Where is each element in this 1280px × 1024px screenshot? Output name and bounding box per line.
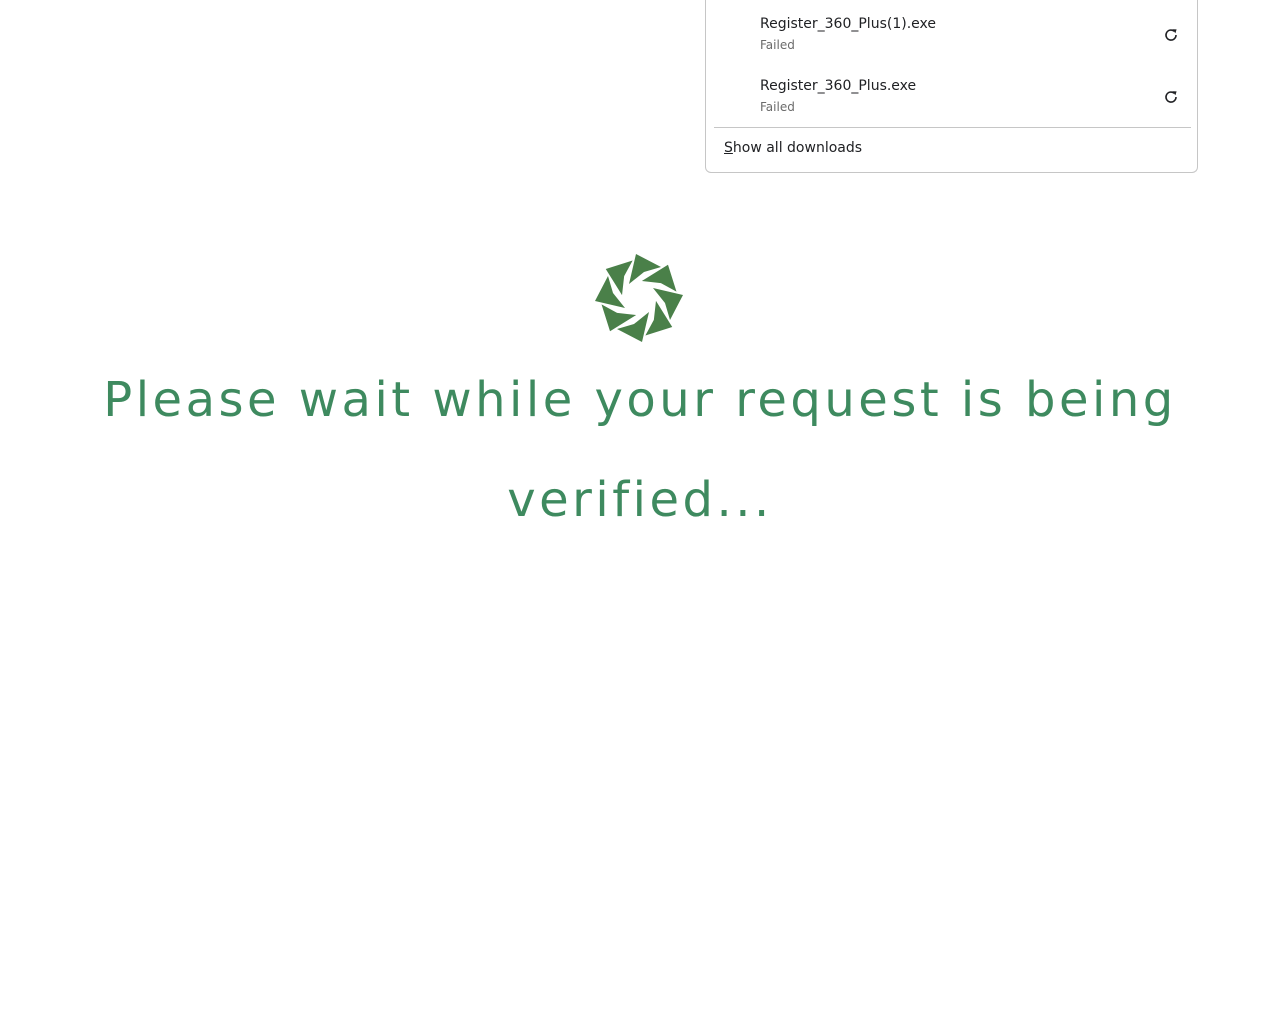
file-icon [726, 18, 750, 42]
page: Register_360_Plus(1).exe Failed Register… [0, 0, 1280, 1024]
show-all-mnemonic: S [724, 140, 733, 156]
download-status: Failed [760, 38, 795, 52]
retry-icon [1165, 29, 1177, 41]
file-icon [726, 80, 750, 104]
retry-button[interactable] [1158, 84, 1184, 110]
download-file-name: Register_360_Plus.exe [760, 78, 917, 94]
divider [714, 127, 1191, 128]
download-item[interactable]: Register_360_Plus.exe Failed [706, 68, 1199, 126]
wait-message: Please wait while your request is being … [103, 372, 1177, 528]
retry-button[interactable] [1158, 22, 1184, 48]
download-item[interactable]: Register_360_Plus(1).exe Failed [706, 6, 1199, 64]
show-all-label: how all downloads [732, 140, 863, 156]
retry-icon [1165, 91, 1177, 103]
download-file-name: Register_360_Plus(1).exe [760, 16, 936, 32]
spinner-logo-icon [595, 254, 683, 342]
downloads-panel: Register_360_Plus(1).exe Failed Register… [705, 0, 1198, 173]
download-status: Failed [760, 100, 795, 114]
show-all-downloads-link[interactable]: Show all downloads [724, 140, 862, 156]
